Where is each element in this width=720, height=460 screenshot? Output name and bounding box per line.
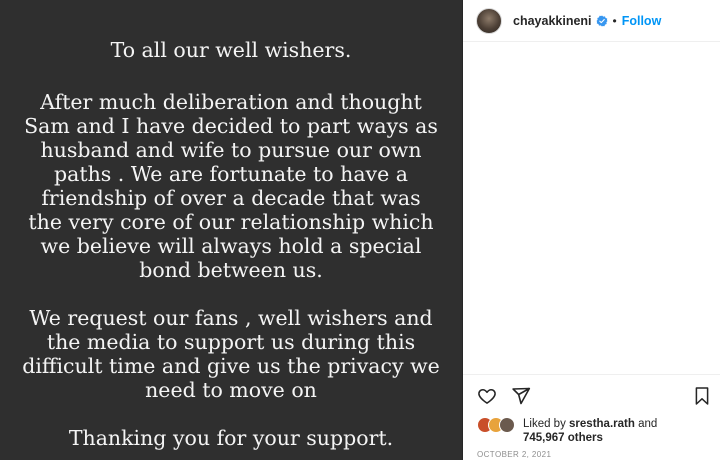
separator-dot: • — [612, 13, 617, 28]
message-salutation: To all our well wishers. — [110, 38, 352, 62]
liker-username[interactable]: srestha.rath — [569, 418, 635, 430]
instagram-post: To all our well wishers. After much deli… — [0, 0, 720, 460]
username[interactable]: chayakkineni — [513, 14, 592, 28]
message-closing: Thanking you for your support. — [68, 426, 394, 450]
verified-badge-icon — [596, 15, 608, 27]
message-paragraph-1: After much deliberation and thought Sam … — [24, 90, 438, 282]
follow-button[interactable]: Follow — [622, 14, 662, 28]
liker-avatar — [499, 417, 515, 433]
actions-divider — [463, 374, 720, 375]
message-paragraph-2: We request our fans , well wishers and t… — [22, 306, 440, 402]
likes-count[interactable]: 745,967 others — [523, 432, 603, 444]
liker-avatars — [477, 417, 517, 433]
action-icons — [477, 386, 531, 411]
heart-icon[interactable] — [477, 386, 497, 411]
liked-and: and — [634, 418, 658, 430]
liked-by-label: Liked by — [523, 418, 570, 430]
likes-text: Liked by srestha.rath and 745,967 others — [523, 417, 657, 445]
bookmark-icon[interactable] — [694, 386, 710, 411]
likes-summary: Liked by srestha.rath and 745,967 others — [477, 417, 657, 445]
post-sidebar: chayakkineni • Follow Liked by srestha.r… — [463, 0, 720, 460]
post-date: OCTOBER 2, 2021 — [477, 450, 552, 459]
post-header: chayakkineni • Follow — [463, 0, 720, 42]
share-icon[interactable] — [511, 386, 531, 411]
avatar[interactable] — [476, 7, 502, 34]
post-media-text-image[interactable]: To all our well wishers. After much deli… — [0, 0, 463, 460]
